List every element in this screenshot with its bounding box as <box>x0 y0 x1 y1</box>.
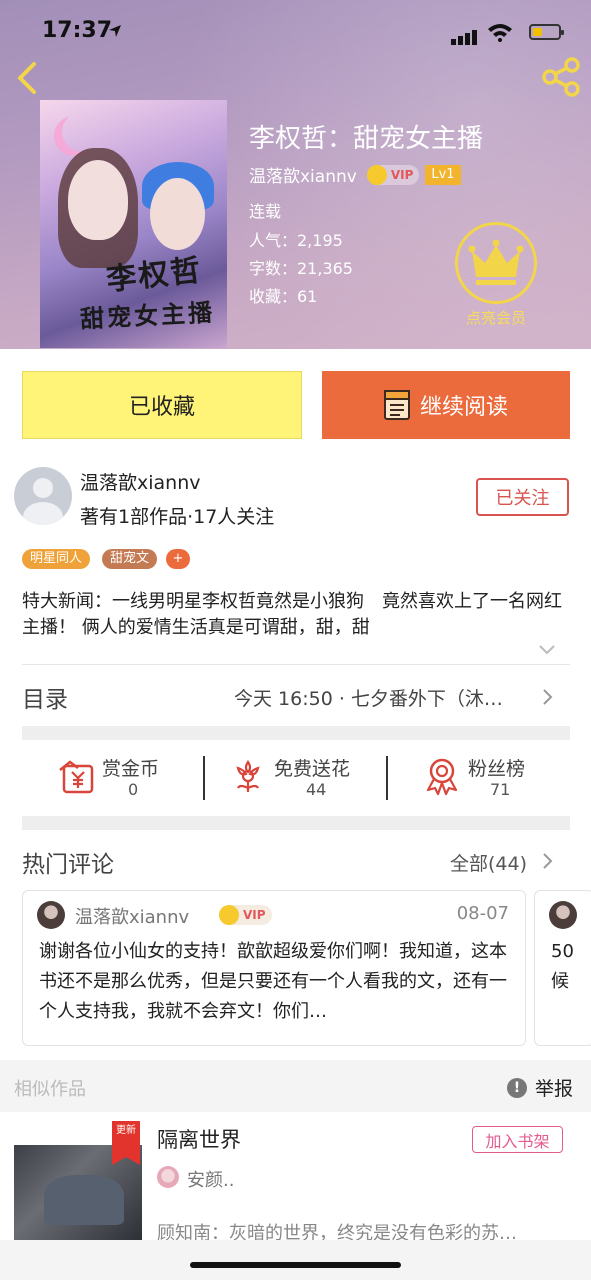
comment-text-line: 50 <box>551 941 574 962</box>
comment-card[interactable]: 50 候 <box>534 890 591 1046</box>
cover-title-line1: 李权哲 <box>104 253 204 298</box>
update-badge: 更新 <box>112 1121 140 1165</box>
chevron-down-icon[interactable] <box>538 642 556 656</box>
author-stats: 著有1部作品·17人关注 <box>80 506 275 528</box>
tag-chip[interactable]: 明星同人 <box>22 549 91 569</box>
book-word-count: 字数：21,365 <box>249 259 353 278</box>
vip-badge: VIP <box>366 164 420 185</box>
reward-coin-count: 0 <box>128 780 139 799</box>
add-tag-button[interactable]: + <box>166 549 190 569</box>
toc-latest-chapter[interactable]: 今天 16:50 · 七夕番外下（沐… <box>234 684 536 711</box>
divider <box>203 756 205 800</box>
free-flower-label: 免费送花 <box>274 758 351 780</box>
divider <box>22 664 570 665</box>
fan-ranking-stat[interactable]: 粉丝榜 71 <box>424 752 564 808</box>
book-popularity: 人气：2,195 <box>249 231 343 250</box>
crown-icon <box>468 239 524 285</box>
similar-header-bg <box>0 1060 591 1112</box>
fan-ranking-label: 粉丝榜 <box>468 758 526 780</box>
wifi-icon <box>488 24 512 42</box>
commenter-name[interactable]: 温落歆xiannv <box>75 903 189 929</box>
report-label: 举报 <box>535 1078 574 1100</box>
vip-label: VIP <box>243 908 266 922</box>
comment-date: 08-07 <box>456 903 509 924</box>
status-bar: 17:37 <box>0 0 591 62</box>
level-badge: Lv1 <box>425 164 461 185</box>
continue-reading-label: 继续阅读 <box>419 395 508 420</box>
similar-book-author: 安颜.. <box>187 1170 235 1191</box>
membership-crown-button[interactable] <box>455 222 537 304</box>
book-author[interactable]: 温落歆xiannv <box>249 162 357 187</box>
warning-icon: ! <box>507 1077 527 1098</box>
book-favorites: 收藏：61 <box>249 287 318 306</box>
free-flower-stat[interactable]: 免费送花 44 <box>230 752 370 808</box>
cover-figure-face <box>150 178 205 250</box>
report-button[interactable]: ! 举报 <box>507 1074 573 1101</box>
book-status: 连载 <box>249 202 282 221</box>
reward-coin-label: 赏金币 <box>102 758 160 780</box>
cover-moon-decoration <box>62 112 102 152</box>
add-to-shelf-button[interactable]: 加入书架 <box>472 1126 563 1153</box>
coin-reward-icon <box>59 760 94 794</box>
author-avatar[interactable] <box>14 467 72 525</box>
book-cover-image[interactable]: 李权哲 甜宠女主播 <box>40 100 227 348</box>
all-comments-link[interactable]: 全部(44) <box>450 849 527 876</box>
book-author-line: 温落歆xiannv VIP Lv1 <box>249 162 461 187</box>
similar-works-title: 相似作品 <box>14 1079 86 1100</box>
free-flower-count: 44 <box>306 780 327 799</box>
flower-icon <box>236 760 260 792</box>
reward-coin-stat[interactable]: 赏金币 0 <box>58 752 198 808</box>
rank-ribbon-icon <box>426 758 458 796</box>
membership-label[interactable]: 点亮会员 <box>448 307 544 328</box>
chevron-right-icon[interactable] <box>542 852 554 870</box>
location-arrow-icon <box>109 25 121 37</box>
toc-title[interactable]: 目录 <box>22 680 68 714</box>
follow-button[interactable]: 已关注 <box>476 478 569 516</box>
book-title: 李权哲：甜宠女主播 <box>249 124 484 154</box>
status-time: 17:37 <box>42 18 113 43</box>
vip-crown-icon <box>366 164 387 185</box>
battery-icon <box>529 24 564 40</box>
vip-badge: VIP <box>219 905 272 925</box>
back-arrow-icon[interactable] <box>10 58 44 98</box>
book-description: 特大新闻：一线男明星李权哲竟然是小狼狗 竟然喜欢上了一名网红主播！ 俩人的爱情生… <box>22 591 562 638</box>
section-spacer <box>22 816 570 830</box>
favorited-button[interactable]: 已收藏 <box>22 371 302 439</box>
cover-figure-face <box>68 160 128 240</box>
commenter-avatar[interactable] <box>37 901 65 929</box>
comment-card[interactable]: 温落歆xiannv VIP 08-07 谢谢各位小仙女的支持！歆歆超级爱你们啊！… <box>22 890 526 1046</box>
chevron-right-icon[interactable] <box>542 688 554 706</box>
comment-text-line: 候 <box>551 971 569 992</box>
home-indicator[interactable] <box>190 1262 401 1268</box>
section-spacer <box>22 726 570 740</box>
book-icon <box>383 390 410 420</box>
hot-comments-title: 热门评论 <box>22 852 114 878</box>
fan-ranking-count: 71 <box>490 780 511 799</box>
commenter-avatar[interactable] <box>549 901 577 929</box>
cellular-signal-icon <box>451 26 479 45</box>
author-name[interactable]: 温落歆xiannv <box>80 468 201 495</box>
comment-text: 50 候 <box>551 937 591 997</box>
vip-label: VIP <box>390 167 414 182</box>
home-indicator-area <box>0 1240 591 1280</box>
tag-chip[interactable]: 甜宠文 <box>102 549 158 569</box>
continue-reading-button[interactable]: 继续阅读 <box>322 371 570 439</box>
similar-book-title[interactable]: 隔离世界 <box>157 1124 241 1154</box>
vip-crown-icon <box>219 905 239 925</box>
divider <box>386 756 388 800</box>
comment-text: 谢谢各位小仙女的支持！歆歆超级爱你们啊！我知道，这本书还不是那么优秀，但是只要还… <box>39 941 507 1022</box>
similar-author-avatar <box>157 1166 179 1188</box>
share-icon[interactable] <box>541 56 581 98</box>
cover-title-line2: 甜宠女主播 <box>79 297 216 334</box>
